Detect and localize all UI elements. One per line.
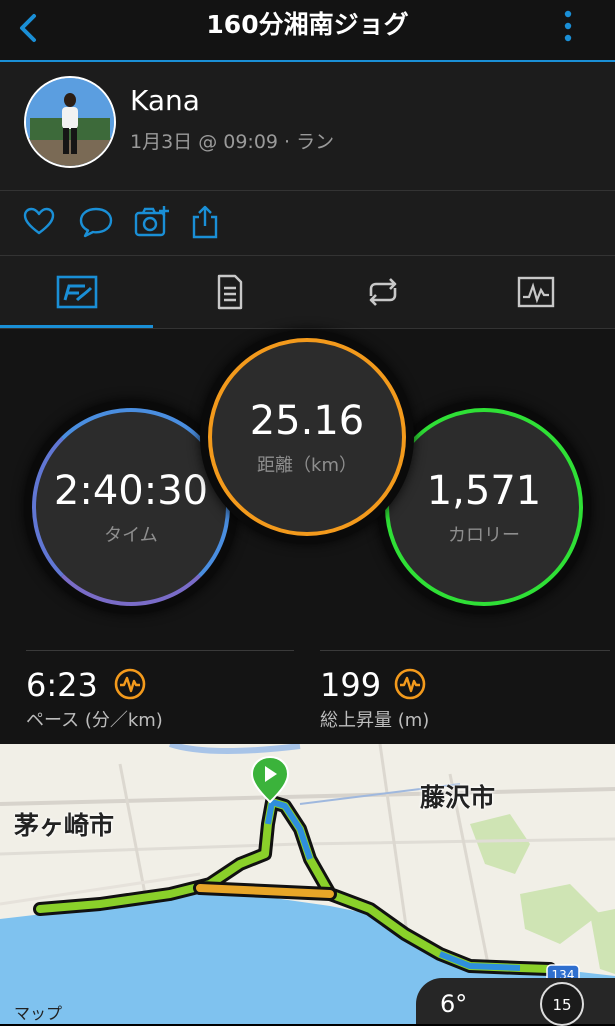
- charts-icon: [517, 276, 554, 308]
- calories-value: 1,571: [426, 468, 542, 514]
- tab-summary[interactable]: [0, 256, 153, 328]
- add-photo-icon[interactable]: [133, 203, 171, 241]
- user-row: Kana 1月3日 @ 09:09 · ラン: [0, 62, 615, 191]
- pace-label: ペース (分／km): [26, 710, 163, 731]
- map-label-chigasaki: 茅ヶ崎市: [14, 811, 115, 840]
- divider: [26, 650, 294, 651]
- action-bar: [0, 191, 615, 256]
- pace-value: 6:23: [26, 666, 98, 704]
- heart-icon[interactable]: [22, 205, 56, 239]
- map-label-fujisawa: 藤沢市: [420, 783, 496, 812]
- laps-icon: [369, 278, 396, 306]
- time-label: タイム: [104, 525, 158, 546]
- pace-zone-icon[interactable]: [114, 668, 146, 700]
- distance-value: 25.16: [249, 398, 365, 444]
- calories-label: カロリー: [448, 525, 520, 546]
- temperature-value: 6°: [440, 990, 468, 1018]
- tab-charts[interactable]: [459, 256, 612, 328]
- wind-value: 15: [552, 996, 572, 1014]
- tab-details[interactable]: [153, 256, 306, 328]
- time-ring: 2:40:30 タイム: [32, 408, 230, 606]
- comment-icon[interactable]: [78, 205, 114, 239]
- share-icon[interactable]: [190, 203, 220, 241]
- more-menu-icon[interactable]: [556, 6, 580, 46]
- distance-label: 距離（km）: [257, 455, 357, 476]
- map-attribution-text: マップ: [14, 1004, 63, 1023]
- avatar[interactable]: [24, 76, 116, 168]
- details-icon: [217, 274, 242, 310]
- tab-bar: [0, 256, 615, 329]
- top-bar: 160分湘南ジョグ: [0, 0, 615, 62]
- elevation-value: 199: [320, 666, 382, 704]
- user-name[interactable]: Kana: [130, 84, 200, 117]
- time-value: 2:40:30: [53, 468, 209, 514]
- activity-date-type: 1月3日 @ 09:09 · ラン: [130, 131, 335, 153]
- summary-icon: [56, 275, 97, 309]
- map-attribution: マップ: [14, 1000, 62, 1024]
- active-tab-indicator: [0, 325, 153, 328]
- tab-laps[interactable]: [306, 256, 459, 328]
- distance-ring: 25.16 距離（km）: [208, 338, 406, 536]
- elevation-label: 総上昇量 (m): [320, 710, 430, 731]
- elevation-zone-icon[interactable]: [394, 668, 426, 700]
- activity-title: 160分湘南ジョグ: [206, 10, 409, 39]
- divider: [320, 650, 610, 651]
- calories-ring: 1,571 カロリー: [385, 408, 583, 606]
